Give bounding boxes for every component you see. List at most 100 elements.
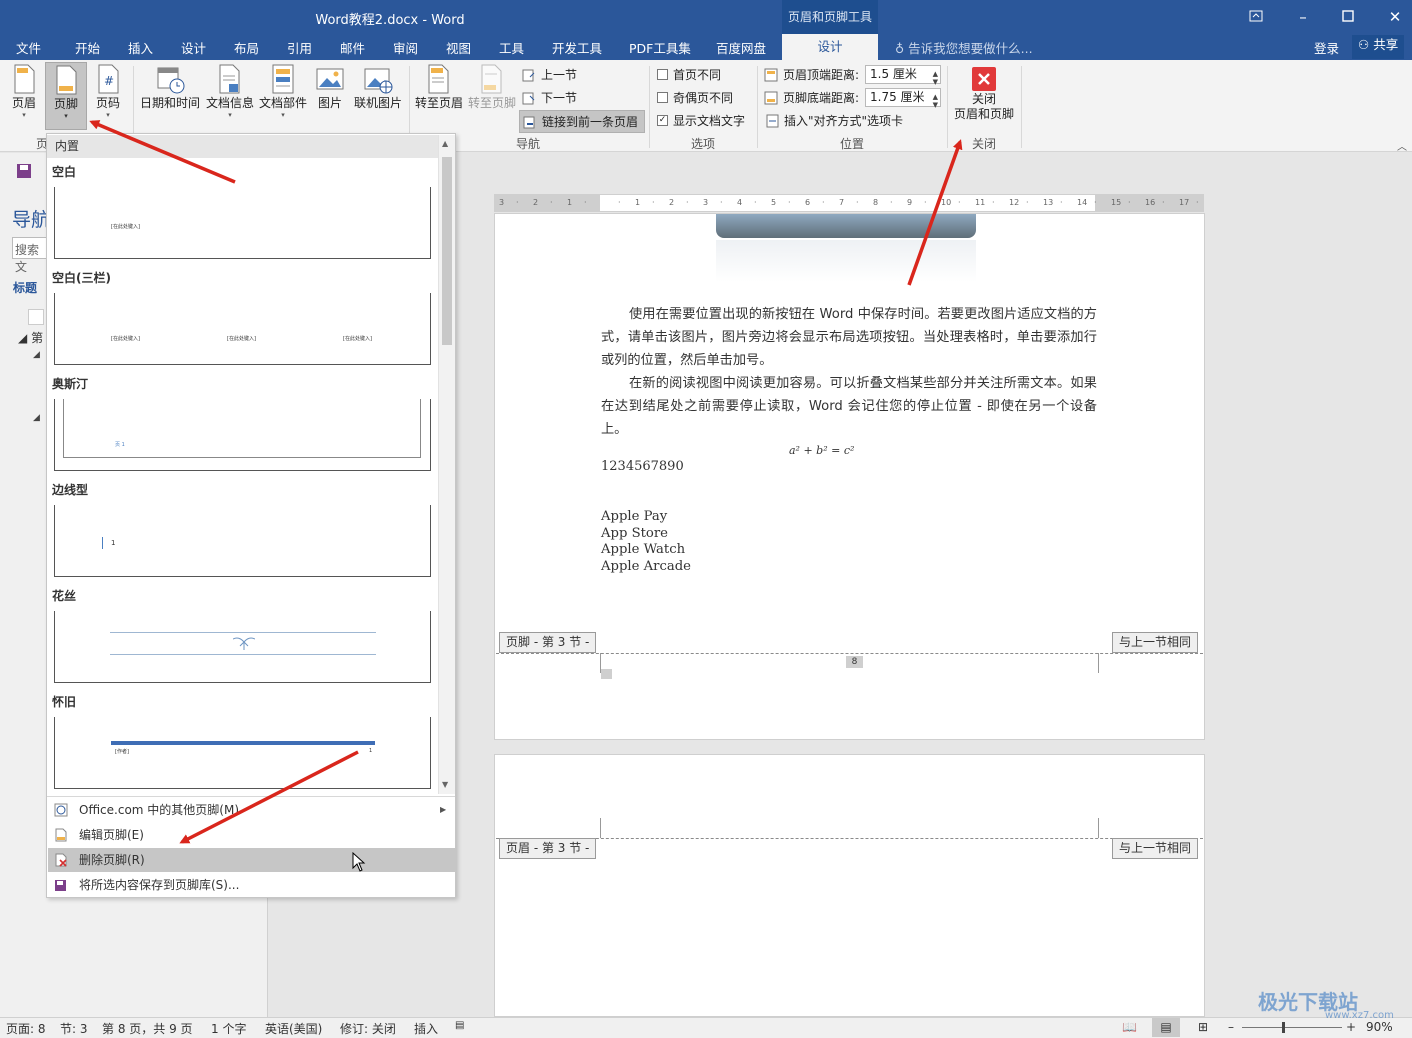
menu-edit-footer[interactable]: 编辑页脚(E) (48, 823, 455, 847)
zoom-slider[interactable] (1242, 1027, 1342, 1028)
diff-odd-even-checkbox[interactable]: 奇偶页不同 (657, 89, 733, 106)
scroll-up-icon[interactable]: ▲ (442, 139, 448, 148)
collapse-ribbon-icon[interactable]: ︿ (1397, 138, 1407, 153)
footer-bottom-distance-row: 页脚底端距离: (764, 89, 859, 106)
tab-layout[interactable]: 布局 (234, 38, 259, 57)
picture-button[interactable]: 图片 (311, 64, 349, 111)
next-section-button[interactable]: 下一节 (522, 89, 577, 106)
apple-list[interactable]: Apple Pay App Store Apple Watch Apple Ar… (601, 509, 691, 576)
tab-file[interactable]: 文件 (16, 38, 41, 57)
tab-view[interactable]: 视图 (446, 38, 471, 57)
status-insert-mode[interactable]: 插入 (414, 1020, 438, 1037)
close-window-button[interactable]: ✕ (1380, 6, 1410, 28)
show-doc-text-checkbox[interactable]: ✓ 显示文档文字 (657, 112, 745, 129)
number-line[interactable]: 1234567890 (601, 459, 684, 474)
footer-label: 页脚 (53, 97, 78, 111)
doc-info-button[interactable]: 文档信息 ▾ (204, 64, 256, 119)
goto-header-icon (428, 64, 449, 94)
tab-design[interactable]: 设计 (181, 38, 206, 57)
tab-references[interactable]: 引用 (287, 38, 312, 57)
insert-align-tab-button[interactable]: 插入"对齐方式"选项卡 (766, 112, 903, 129)
save-icon[interactable] (16, 163, 32, 182)
next-section-label: 下一节 (541, 91, 578, 105)
header-top-distance-row: 页眉顶端距离: (764, 66, 859, 83)
doc-parts-button[interactable]: 文档部件 ▾ (257, 64, 309, 119)
list-item: App Store (601, 525, 668, 541)
tab-tools[interactable]: 工具 (499, 38, 524, 57)
footer-page-number[interactable]: 8 (846, 656, 863, 668)
status-track-changes[interactable]: 修订: 关闭 (340, 1020, 396, 1037)
nav-tab-headings[interactable]: 标题 (13, 279, 37, 296)
tab-insert[interactable]: 插入 (128, 38, 153, 57)
online-picture-button[interactable]: 联机图片 (350, 64, 406, 111)
header-top-spinner[interactable]: 1.5 厘米 ▲ ▼ (865, 65, 941, 86)
ruler-tick-label: 16 (1145, 198, 1156, 207)
scroll-thumb[interactable] (442, 157, 452, 345)
tab-home[interactable]: 开始 (75, 38, 100, 57)
date-time-button[interactable]: 日期和时间 (138, 64, 202, 111)
tab-mailings[interactable]: 邮件 (340, 38, 365, 57)
tab-pdf-tools[interactable]: PDF工具集 (629, 38, 691, 57)
gallery-scrollbar[interactable]: ▲ ▼ (438, 135, 455, 794)
footer-button[interactable]: 页脚 ▾ (45, 62, 87, 130)
window-title: Word教程2.docx - Word (315, 13, 465, 28)
status-page[interactable]: 页面: 8 (6, 1020, 46, 1037)
tell-me-search[interactable]: ♁ 告诉我您想要做什么... (895, 38, 1033, 57)
tab-developer[interactable]: 开发工具 (552, 38, 602, 57)
web-layout-icon[interactable]: ⊞ (1198, 1020, 1208, 1034)
expand-triangle-icon[interactable]: ◢ (18, 331, 27, 345)
maximize-button[interactable] (1333, 6, 1363, 28)
tab-baidu-netdisk[interactable]: 百度网盘 (716, 38, 766, 57)
document-image[interactable] (716, 214, 976, 238)
zoom-level[interactable]: 90% (1366, 1020, 1393, 1034)
ruler-tick-label: 6 (805, 198, 811, 207)
placeholder-text: 1 (369, 748, 373, 754)
body-paragraph-2[interactable]: 在新的阅读视图中阅读更加容易。可以折叠文档某些部分并关注所需文本。如果在达到结尾… (601, 372, 1097, 441)
expand-triangle-icon[interactable]: ◢ (33, 350, 40, 360)
login-link[interactable]: 登录 (1314, 38, 1339, 57)
zoom-out-icon[interactable]: – (1228, 1020, 1234, 1034)
body-paragraph-1[interactable]: 使用在需要位置出现的新按钮在 Word 中保存时间。若要更改图片适应文档的方式，… (601, 303, 1097, 372)
read-mode-icon[interactable]: 📖 (1122, 1020, 1137, 1034)
scroll-down-icon[interactable]: ▼ (442, 780, 448, 789)
footer-bottom-spinner[interactable]: 1.75 厘米 ▲ ▼ (865, 88, 941, 109)
diff-first-page-checkbox[interactable]: 首页不同 (657, 66, 721, 83)
close-header-footer-button[interactable]: 关闭 页眉和页脚 (952, 66, 1016, 122)
status-section[interactable]: 节: 3 (60, 1020, 88, 1037)
minimize-button[interactable]: – (1288, 6, 1318, 28)
macro-record-icon[interactable]: ▤ (455, 1020, 464, 1031)
tab-review[interactable]: 审阅 (393, 38, 418, 57)
print-layout-icon[interactable]: ▤ (1152, 1018, 1180, 1037)
menu-more-footers-office[interactable]: Office.com 中的其他页脚(M) ▶ (48, 798, 455, 822)
goto-header-button[interactable]: 转至页眉 (413, 64, 465, 111)
link-previous-button[interactable]: 链接到前一条页眉 (519, 110, 646, 133)
tab-hf-design-active[interactable]: 设计 (782, 34, 878, 60)
footer-empty-paragraph[interactable] (601, 669, 612, 679)
math-formula[interactable]: a² + b² = c² (789, 444, 854, 457)
ribbon-display-options-icon[interactable] (1241, 6, 1271, 28)
goto-footer-button[interactable]: 转至页脚 (466, 64, 518, 111)
header-button[interactable]: 页眉 ▾ (6, 64, 42, 128)
gallery-item-blank-3col[interactable]: [在此处键入] [在此处键入] [在此处键入] (54, 293, 431, 365)
status-language[interactable]: 英语(美国) (265, 1020, 322, 1037)
gallery-item-filigree[interactable] (54, 611, 431, 683)
nav-heading-item[interactable]: ◢ 第 (18, 329, 43, 346)
gallery-item-sideline[interactable]: 1 (54, 505, 431, 577)
prev-section-button[interactable]: 上一节 (522, 66, 577, 83)
horizontal-ruler[interactable]: 3 · 2 · 1 · · 1 · 2 · 3 · 4 · 5 · 6 · 7 · 8 · 9 · 10 · 11 · 12 · 13 · 14 ·… (494, 194, 1204, 212)
page-number-button[interactable]: # 页码 ▾ (90, 64, 126, 128)
share-button[interactable]: ⚇ 共享 (1352, 35, 1405, 59)
menu-save-to-gallery[interactable]: 将所选内容保存到页脚库(S)... (48, 873, 455, 897)
zoom-slider-thumb[interactable] (1282, 1022, 1285, 1033)
expand-triangle-icon[interactable]: ◢ (33, 413, 40, 423)
zoom-in-icon[interactable]: + (1346, 1020, 1356, 1034)
spin-down-icon[interactable]: ▼ (933, 97, 938, 114)
ruler-dot: · (1026, 198, 1029, 207)
menu-remove-footer[interactable]: 删除页脚(R) (48, 848, 455, 872)
gallery-item-austin[interactable]: 页 1 (54, 399, 431, 471)
gallery-item-blank[interactable]: [在此处键入] (54, 187, 431, 259)
status-word-count[interactable]: 1 个字 (211, 1020, 246, 1037)
ruler-tick-label: 5 (771, 198, 777, 207)
status-page-of[interactable]: 第 8 页，共 9 页 (102, 1020, 193, 1037)
gallery-item-retrospect[interactable]: [作者] 1 (54, 717, 431, 789)
